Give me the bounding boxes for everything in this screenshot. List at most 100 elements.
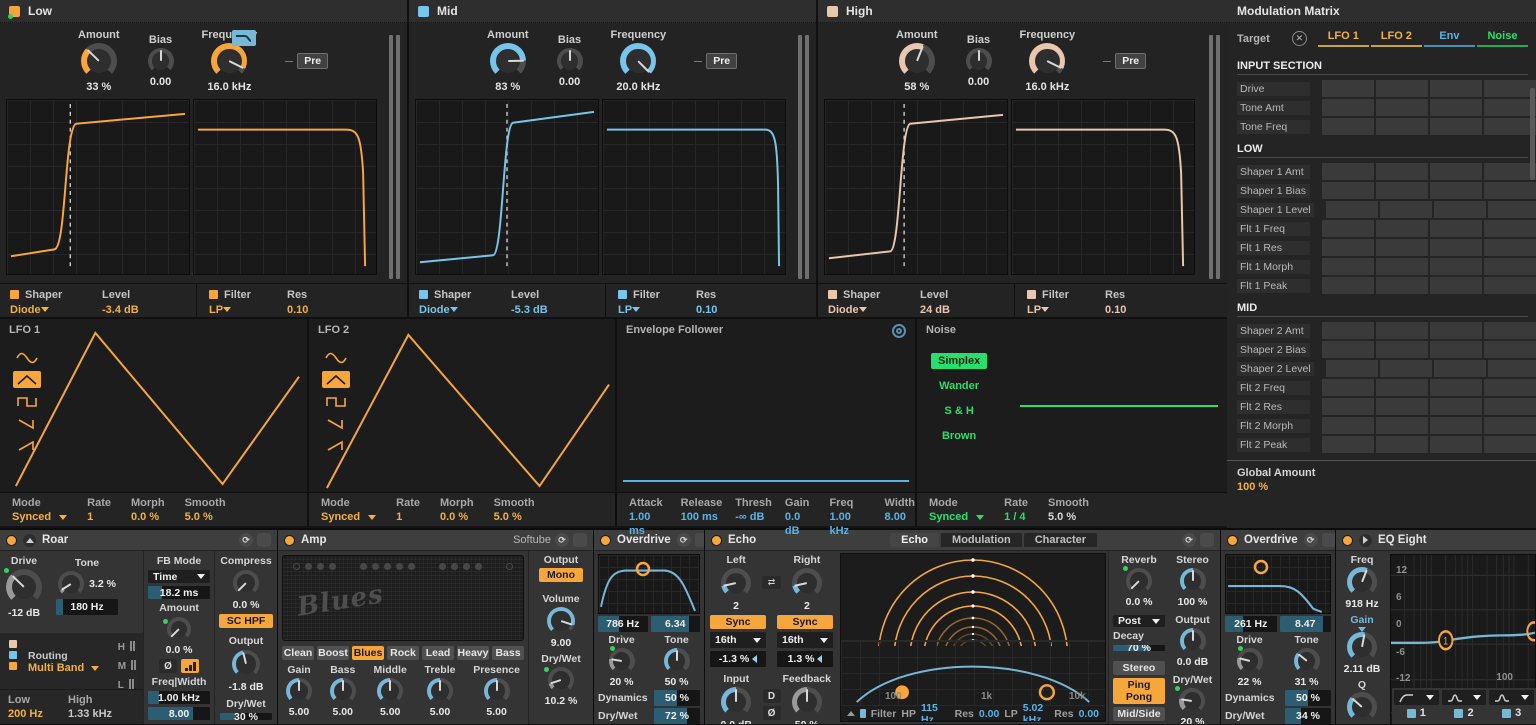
eq-band1-number[interactable]: 1 (1420, 707, 1426, 719)
echo-output-knob[interactable]: Output 0.0 dB (1175, 614, 1209, 668)
lfo2-rate[interactable]: Rate 1 (396, 496, 420, 526)
fb-width[interactable]: 8.00 (148, 707, 210, 720)
echo-right-sync-button[interactable]: Sync (777, 615, 833, 629)
save-preset-icon[interactable] (1322, 533, 1335, 547)
env-attack[interactable]: Attack1.00 ms (629, 496, 668, 526)
od1-drive-knob[interactable]: Drive 20 % (608, 634, 634, 688)
lfo2-mode-select[interactable]: Mode Synced (321, 496, 376, 526)
echo-left-offset[interactable]: -1.3 % (710, 651, 766, 667)
preset-clean[interactable]: Clean (282, 646, 314, 660)
fb-mode-select[interactable]: Time (148, 570, 210, 583)
band-color-swatch[interactable] (827, 6, 838, 17)
echo-right-division-select[interactable]: 16th (777, 632, 833, 648)
matrix-cell[interactable] (1484, 239, 1536, 256)
mono-button[interactable]: Mono (539, 568, 583, 582)
roar-header[interactable]: Roar ⟳ (0, 530, 277, 551)
tab-character[interactable]: Character (1024, 533, 1097, 547)
matrix-cell[interactable] (1430, 398, 1482, 415)
od2-dynamics[interactable]: 50 % (1285, 690, 1331, 706)
square-wave-icon[interactable] (13, 393, 41, 410)
shaper-type-select[interactable]: Diode (828, 302, 920, 317)
saw-down-wave-icon[interactable] (13, 415, 41, 432)
pre-button[interactable]: Pre (1115, 53, 1146, 69)
shaper-swatch[interactable] (828, 290, 837, 299)
matrix-cell[interactable] (1322, 220, 1374, 237)
matrix-cell[interactable] (1322, 118, 1374, 135)
saw-up-wave-icon[interactable] (322, 437, 350, 454)
lfo2-display[interactable] (309, 319, 615, 492)
matrix-cell[interactable] (1430, 436, 1482, 453)
echo-stereo-knob[interactable]: Stereo 100 % (1176, 554, 1209, 608)
triangle-wave-icon[interactable] (13, 371, 41, 388)
shaper-type-select[interactable]: Diode (419, 302, 511, 317)
matrix-cell[interactable] (1376, 258, 1428, 275)
noise-type-wander[interactable]: Wander (932, 378, 986, 394)
matrix-cell[interactable] (1326, 360, 1378, 377)
mode-mid-side-button[interactable]: Mid/Side (1113, 707, 1165, 721)
matrix-cell[interactable] (1430, 80, 1482, 97)
matrix-cell[interactable] (1322, 182, 1374, 199)
matrix-cell[interactable] (1484, 80, 1536, 97)
frequency-knob[interactable]: Frequency 16.0 kHz (1020, 29, 1076, 93)
filter-display[interactable] (602, 99, 786, 275)
od2-dry-wet[interactable]: 34 % (1285, 708, 1331, 724)
matrix-cell[interactable] (1484, 417, 1536, 434)
echo-left-division-select[interactable]: 16th (710, 632, 766, 648)
pre-button[interactable]: Pre (297, 53, 328, 69)
matrix-col-lfo1[interactable]: LFO 1 (1318, 30, 1369, 47)
bias-knob[interactable]: Bias 0.00 (966, 34, 992, 88)
matrix-cell[interactable] (1484, 341, 1536, 358)
hotswap-icon[interactable]: ⟳ (555, 533, 569, 547)
matrix-cell[interactable] (1376, 239, 1428, 256)
od1-freq[interactable]: 786 Hz (598, 616, 648, 632)
env-width[interactable]: Width8.00 (885, 496, 915, 526)
matrix-cell[interactable] (1322, 436, 1374, 453)
save-preset-icon[interactable] (1200, 533, 1214, 547)
fb-amount-knob[interactable] (167, 617, 191, 641)
matrix-cell[interactable] (1376, 322, 1428, 339)
fb-slope-button[interactable] (181, 659, 199, 673)
lp-res-value[interactable]: 0.00 (1079, 708, 1099, 720)
eq-band1-enable[interactable] (1407, 709, 1416, 718)
hotswap-icon[interactable]: ⟳ (239, 533, 253, 547)
matrix-cell[interactable] (1376, 118, 1428, 135)
preset-lead[interactable]: Lead (422, 646, 454, 660)
hotswap-icon[interactable]: ⟳ (677, 533, 691, 547)
matrix-cell[interactable] (1484, 258, 1536, 275)
save-preset-icon[interactable] (573, 533, 587, 547)
save-preset-icon[interactable] (695, 533, 704, 547)
od1-tone-knob[interactable]: Tone 50 % (664, 634, 690, 688)
bias-knob[interactable]: Bias 0.00 (148, 34, 174, 88)
preset-rock[interactable]: Rock (387, 646, 419, 660)
matrix-cell[interactable] (1376, 436, 1428, 453)
amp-bass-knob[interactable]: Bass 5.00 (330, 664, 356, 718)
matrix-cell[interactable] (1430, 220, 1482, 237)
matrix-cell[interactable] (1380, 360, 1432, 377)
echo-filter-display[interactable]: 100 1k 10k (841, 640, 1105, 706)
eq-band1-type-select[interactable] (1394, 690, 1439, 705)
fold-icon[interactable] (1359, 534, 1372, 547)
matrix-col-lfo2[interactable]: LFO 2 (1371, 30, 1422, 47)
res-value[interactable]: 0.10 (1105, 302, 1227, 317)
sine-wave-icon[interactable] (322, 349, 350, 366)
eq-band2-number[interactable]: 2 (1467, 707, 1473, 719)
saw-up-wave-icon[interactable] (13, 437, 41, 454)
od2-filter-display[interactable] (1225, 554, 1331, 614)
fold-icon[interactable] (23, 534, 36, 547)
matrix-cell[interactable] (1430, 379, 1482, 396)
frequency-knob[interactable]: Frequency 20.0 kHz (611, 29, 667, 93)
shaper-display[interactable] (415, 99, 599, 275)
amp-treble-knob[interactable]: Treble 5.00 (425, 664, 456, 718)
matrix-cell[interactable] (1484, 322, 1536, 339)
matrix-cell[interactable] (1376, 379, 1428, 396)
matrix-cell[interactable] (1484, 398, 1536, 415)
high-split-value[interactable]: 1.33 kHz (68, 707, 135, 721)
eq-band2-enable[interactable] (1454, 709, 1463, 718)
band-low-header[interactable]: Low (0, 0, 407, 23)
od2-freq[interactable]: 261 Hz (1225, 616, 1277, 632)
hp-res-value[interactable]: 0.00 (979, 708, 999, 720)
matrix-cell[interactable] (1380, 201, 1432, 218)
echo-left-time-knob[interactable]: Left 2 (710, 554, 762, 612)
shaper-swatch[interactable] (10, 290, 19, 299)
matrix-cell[interactable] (1484, 379, 1536, 396)
